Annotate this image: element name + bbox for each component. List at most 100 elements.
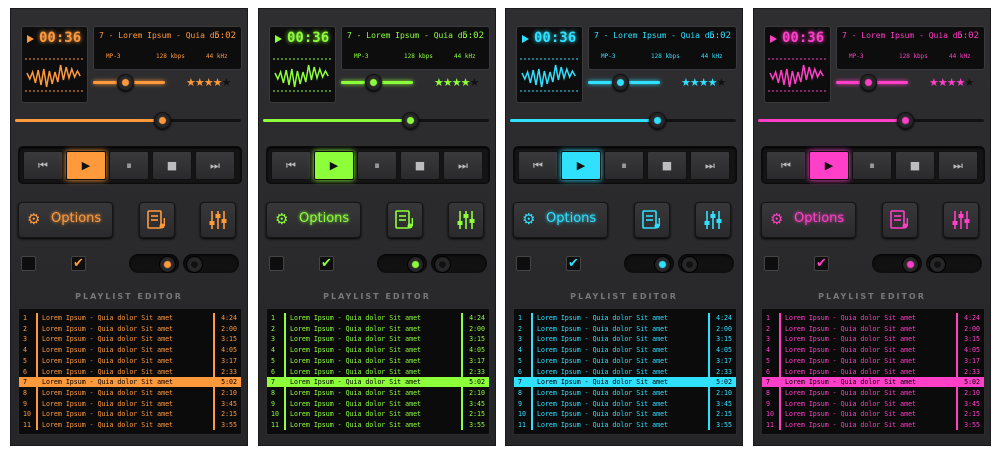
playlist-row[interactable]: 4 Lorem Ipsum - Quia dolor Sit amet 4:05	[19, 345, 241, 355]
play-button[interactable]: ▶	[561, 151, 601, 180]
playlist-row[interactable]: 7 Lorem Ipsum - Quia dolor Sit amet 5:02	[762, 377, 984, 388]
rating-stars[interactable]: ★★★★★	[929, 76, 975, 89]
playlist-row[interactable]: 6 Lorem Ipsum - Quia dolor Sit amet 2:33	[762, 367, 984, 377]
playlist-button[interactable]	[882, 202, 918, 238]
playlist-row[interactable]: 11 Lorem Ipsum - Quia dolor Sit amet 3:55	[514, 420, 736, 430]
checkbox-unchecked[interactable]	[21, 256, 36, 271]
playlist-row[interactable]: 10 Lorem Ipsum - Quia dolor Sit amet 2:15	[267, 409, 489, 419]
seek-bar[interactable]	[758, 119, 984, 122]
play-button[interactable]: ▶	[314, 151, 354, 180]
play-button[interactable]: ▶	[809, 151, 849, 180]
playlist-row[interactable]: 2 Lorem Ipsum - Quia dolor Sit amet 2:00	[514, 324, 736, 334]
playlist-row[interactable]: 11 Lorem Ipsum - Quia dolor Sit amet 3:55	[267, 420, 489, 430]
toggle-off[interactable]	[926, 254, 982, 273]
playlist-row[interactable]: 5 Lorem Ipsum - Quia dolor Sit amet 3:17	[267, 356, 489, 366]
playlist-row[interactable]: 3 Lorem Ipsum - Quia dolor Sit amet 3:15	[267, 334, 489, 344]
seek-knob[interactable]	[153, 112, 171, 129]
playlist-row[interactable]: 9 Lorem Ipsum - Quia dolor Sit amet 3:45	[762, 399, 984, 409]
playlist-row[interactable]: 1 Lorem Ipsum - Quia dolor Sit amet 4:24	[267, 313, 489, 323]
playlist-row[interactable]: 3 Lorem Ipsum - Quia dolor Sit amet 3:15	[514, 334, 736, 344]
playlist-row[interactable]: 7 Lorem Ipsum - Quia dolor Sit amet 5:02	[19, 377, 241, 388]
toggle-on[interactable]	[872, 254, 922, 273]
next-button[interactable]: ⏭	[690, 151, 730, 180]
playlist-row[interactable]: 11 Lorem Ipsum - Quia dolor Sit amet 3:55	[762, 420, 984, 430]
stop-button[interactable]: ■	[152, 151, 192, 180]
next-button[interactable]: ⏭	[938, 151, 978, 180]
options-button[interactable]: ⚙ Options	[761, 202, 856, 238]
star-icon[interactable]: ★	[195, 76, 205, 89]
playlist-button[interactable]	[387, 202, 423, 238]
playlist-row[interactable]: 10 Lorem Ipsum - Quia dolor Sit amet 2:15	[762, 409, 984, 419]
toggle-on[interactable]	[624, 254, 674, 273]
star-icon[interactable]: ★	[204, 76, 214, 89]
star-icon[interactable]: ★	[213, 76, 223, 89]
star-icon[interactable]: ★	[461, 76, 471, 89]
pause-button[interactable]: ⏸	[604, 151, 644, 180]
toggle-off[interactable]	[183, 254, 239, 273]
star-icon[interactable]: ★	[717, 76, 727, 89]
options-button[interactable]: ⚙ Options	[266, 202, 361, 238]
play-button[interactable]: ▶	[66, 151, 106, 180]
playlist-row[interactable]: 1 Lorem Ipsum - Quia dolor Sit amet 4:24	[762, 313, 984, 323]
playlist-row[interactable]: 2 Lorem Ipsum - Quia dolor Sit amet 2:00	[19, 324, 241, 334]
stop-button[interactable]: ■	[400, 151, 440, 180]
playlist-editor[interactable]: 1 Lorem Ipsum - Quia dolor Sit amet 4:24 2 L…	[761, 308, 985, 435]
playlist-row[interactable]: 4 Lorem Ipsum - Quia dolor Sit amet 4:05	[762, 345, 984, 355]
volume-knob[interactable]	[117, 74, 135, 91]
stop-button[interactable]: ■	[895, 151, 935, 180]
playlist-row[interactable]: 2 Lorem Ipsum - Quia dolor Sit amet 2:00	[267, 324, 489, 334]
star-icon[interactable]: ★	[938, 76, 948, 89]
playlist-row[interactable]: 4 Lorem Ipsum - Quia dolor Sit amet 4:05	[267, 345, 489, 355]
star-icon[interactable]: ★	[470, 76, 480, 89]
toggle-off[interactable]	[431, 254, 487, 273]
star-icon[interactable]: ★	[947, 76, 957, 89]
star-icon[interactable]: ★	[186, 76, 196, 89]
playlist-row[interactable]: 10 Lorem Ipsum - Quia dolor Sit amet 2:15	[514, 409, 736, 419]
star-icon[interactable]: ★	[690, 76, 700, 89]
checkbox-checked[interactable]: ✔	[814, 256, 829, 271]
playlist-editor[interactable]: 1 Lorem Ipsum - Quia dolor Sit amet 4:24 2 L…	[513, 308, 737, 435]
playlist-row[interactable]: 9 Lorem Ipsum - Quia dolor Sit amet 3:45	[267, 399, 489, 409]
rating-stars[interactable]: ★★★★★	[434, 76, 480, 89]
prev-button[interactable]: ⏮	[271, 151, 311, 180]
playlist-row[interactable]: 5 Lorem Ipsum - Quia dolor Sit amet 3:17	[19, 356, 241, 366]
star-icon[interactable]: ★	[965, 76, 975, 89]
checkbox-unchecked[interactable]	[269, 256, 284, 271]
playlist-row[interactable]: 8 Lorem Ipsum - Quia dolor Sit amet 2:10	[762, 388, 984, 398]
playlist-row[interactable]: 1 Lorem Ipsum - Quia dolor Sit amet 4:24	[19, 313, 241, 323]
equalizer-button[interactable]	[695, 202, 731, 238]
prev-button[interactable]: ⏮	[766, 151, 806, 180]
prev-button[interactable]: ⏮	[518, 151, 558, 180]
star-icon[interactable]: ★	[929, 76, 939, 89]
seek-bar[interactable]	[15, 119, 241, 122]
playlist-row[interactable]: 6 Lorem Ipsum - Quia dolor Sit amet 2:33	[514, 367, 736, 377]
playlist-row[interactable]: 10 Lorem Ipsum - Quia dolor Sit amet 2:15	[19, 409, 241, 419]
pause-button[interactable]: ⏸	[852, 151, 892, 180]
seek-knob[interactable]	[648, 112, 666, 129]
star-icon[interactable]: ★	[681, 76, 691, 89]
playlist-row[interactable]: 1 Lorem Ipsum - Quia dolor Sit amet 4:24	[514, 313, 736, 323]
playlist-row[interactable]: 6 Lorem Ipsum - Quia dolor Sit amet 2:33	[267, 367, 489, 377]
equalizer-button[interactable]	[448, 202, 484, 238]
prev-button[interactable]: ⏮	[23, 151, 63, 180]
playlist-editor[interactable]: 1 Lorem Ipsum - Quia dolor Sit amet 4:24 2 L…	[18, 308, 242, 435]
checkbox-unchecked[interactable]	[764, 256, 779, 271]
playlist-row[interactable]: 11 Lorem Ipsum - Quia dolor Sit amet 3:55	[19, 420, 241, 430]
playlist-row[interactable]: 5 Lorem Ipsum - Quia dolor Sit amet 3:17	[514, 356, 736, 366]
playlist-row[interactable]: 3 Lorem Ipsum - Quia dolor Sit amet 3:15	[762, 334, 984, 344]
playlist-row[interactable]: 6 Lorem Ipsum - Quia dolor Sit amet 2:33	[19, 367, 241, 377]
options-button[interactable]: ⚙ Options	[513, 202, 608, 238]
seek-knob[interactable]	[401, 112, 419, 129]
rating-stars[interactable]: ★★★★★	[186, 76, 231, 89]
playlist-row[interactable]: 3 Lorem Ipsum - Quia dolor Sit amet 3:15	[19, 334, 241, 344]
star-icon[interactable]: ★	[956, 76, 966, 89]
star-icon[interactable]: ★	[434, 76, 444, 89]
seek-knob[interactable]	[896, 112, 914, 129]
toggle-on[interactable]	[377, 254, 427, 273]
checkbox-checked[interactable]: ✔	[566, 256, 581, 271]
next-button[interactable]: ⏭	[195, 151, 235, 180]
playlist-row[interactable]: 7 Lorem Ipsum - Quia dolor Sit amet 5:02	[267, 377, 489, 388]
stop-button[interactable]: ■	[647, 151, 687, 180]
volume-knob[interactable]	[860, 74, 878, 91]
playlist-button[interactable]	[634, 202, 670, 238]
